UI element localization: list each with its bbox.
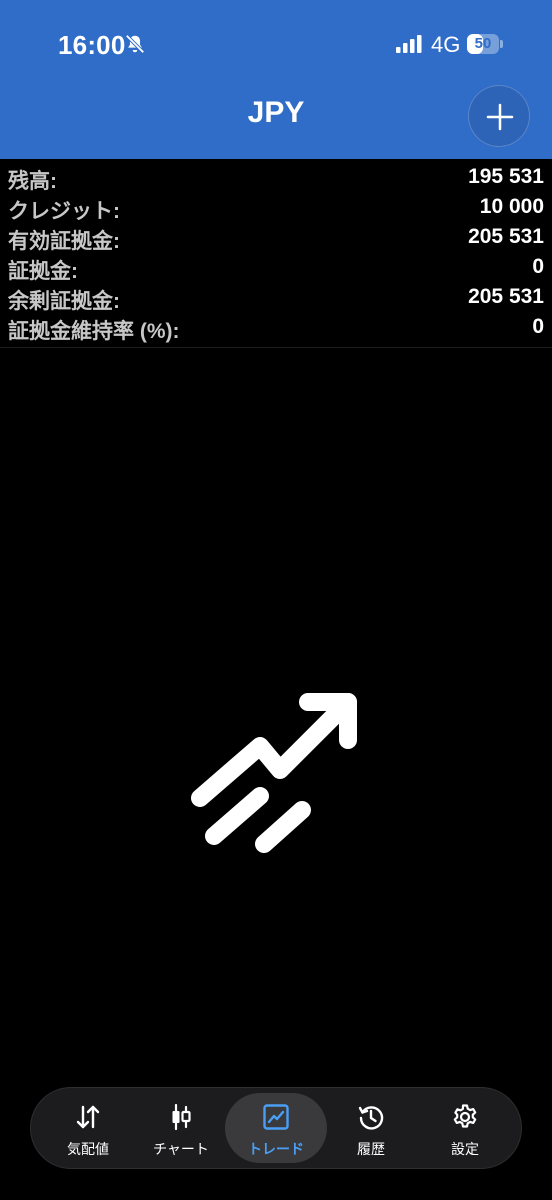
summary-value: 0 — [532, 255, 544, 278]
summary-label: 有効証拠金: — [8, 230, 120, 253]
summary-row-credit: クレジット: 10 000 — [0, 193, 552, 223]
nav-item-settings[interactable]: 設定 — [414, 1093, 516, 1163]
summary-row-balance: 残高: 195 531 — [0, 163, 552, 193]
battery-level: 50 — [474, 35, 492, 52]
network-type: 4G — [431, 32, 461, 57]
trending-up-icon — [191, 693, 357, 853]
summary-label: クレジット: — [8, 200, 120, 223]
summary-value: 195 531 — [468, 165, 544, 188]
summary-value: 205 531 — [468, 285, 544, 308]
plus-icon — [486, 103, 514, 131]
history-icon — [358, 1106, 384, 1130]
nav-label: トレード — [248, 1141, 304, 1157]
app-header: 16:00 4G 50 JPY — [0, 0, 552, 159]
summary-row-margin-level: 証拠金維持率 (%): 0 — [0, 313, 552, 343]
nav-item-chart[interactable]: チャート — [130, 1093, 232, 1163]
nav-item-trade[interactable]: トレード — [225, 1093, 327, 1163]
summary-value: 0 — [532, 315, 544, 338]
status-bar: 16:00 4G 50 — [0, 0, 552, 90]
quotes-arrows-icon — [76, 1105, 100, 1129]
summary-label: 残高: — [8, 170, 57, 193]
nav-label: 履歴 — [357, 1141, 385, 1157]
summary-value: 205 531 — [468, 225, 544, 248]
summary-value: 10 000 — [479, 195, 544, 218]
nav-label: チャート — [153, 1141, 209, 1157]
status-time: 16:00 — [58, 30, 126, 60]
nav-label: 設定 — [451, 1141, 479, 1157]
summary-label: 証拠金維持率 (%): — [8, 320, 180, 343]
summary-label: 証拠金: — [8, 260, 78, 283]
signal-icon — [396, 35, 422, 53]
bell-off-icon — [125, 34, 145, 54]
nav-item-history[interactable]: 履歴 — [320, 1093, 422, 1163]
trade-chart-icon — [263, 1104, 289, 1130]
account-summary: 残高: 195 531 クレジット: 10 000 有効証拠金: 205 531… — [0, 163, 552, 348]
summary-row-equity: 有効証拠金: 205 531 — [0, 223, 552, 253]
summary-label: 余剰証拠金: — [8, 290, 120, 313]
gear-icon — [453, 1104, 477, 1128]
nav-label: 気配値 — [67, 1141, 109, 1157]
nav-item-quotes[interactable]: 気配値 — [37, 1093, 139, 1163]
summary-row-margin: 証拠金: 0 — [0, 253, 552, 283]
summary-row-free-margin: 余剰証拠金: 205 531 — [0, 283, 552, 313]
bottom-nav: 気配値 チャート トレード 履歴 設定 — [30, 1087, 522, 1169]
battery-icon: 50 — [467, 34, 503, 54]
add-order-button[interactable] — [468, 85, 530, 147]
candlestick-icon — [172, 1103, 191, 1131]
